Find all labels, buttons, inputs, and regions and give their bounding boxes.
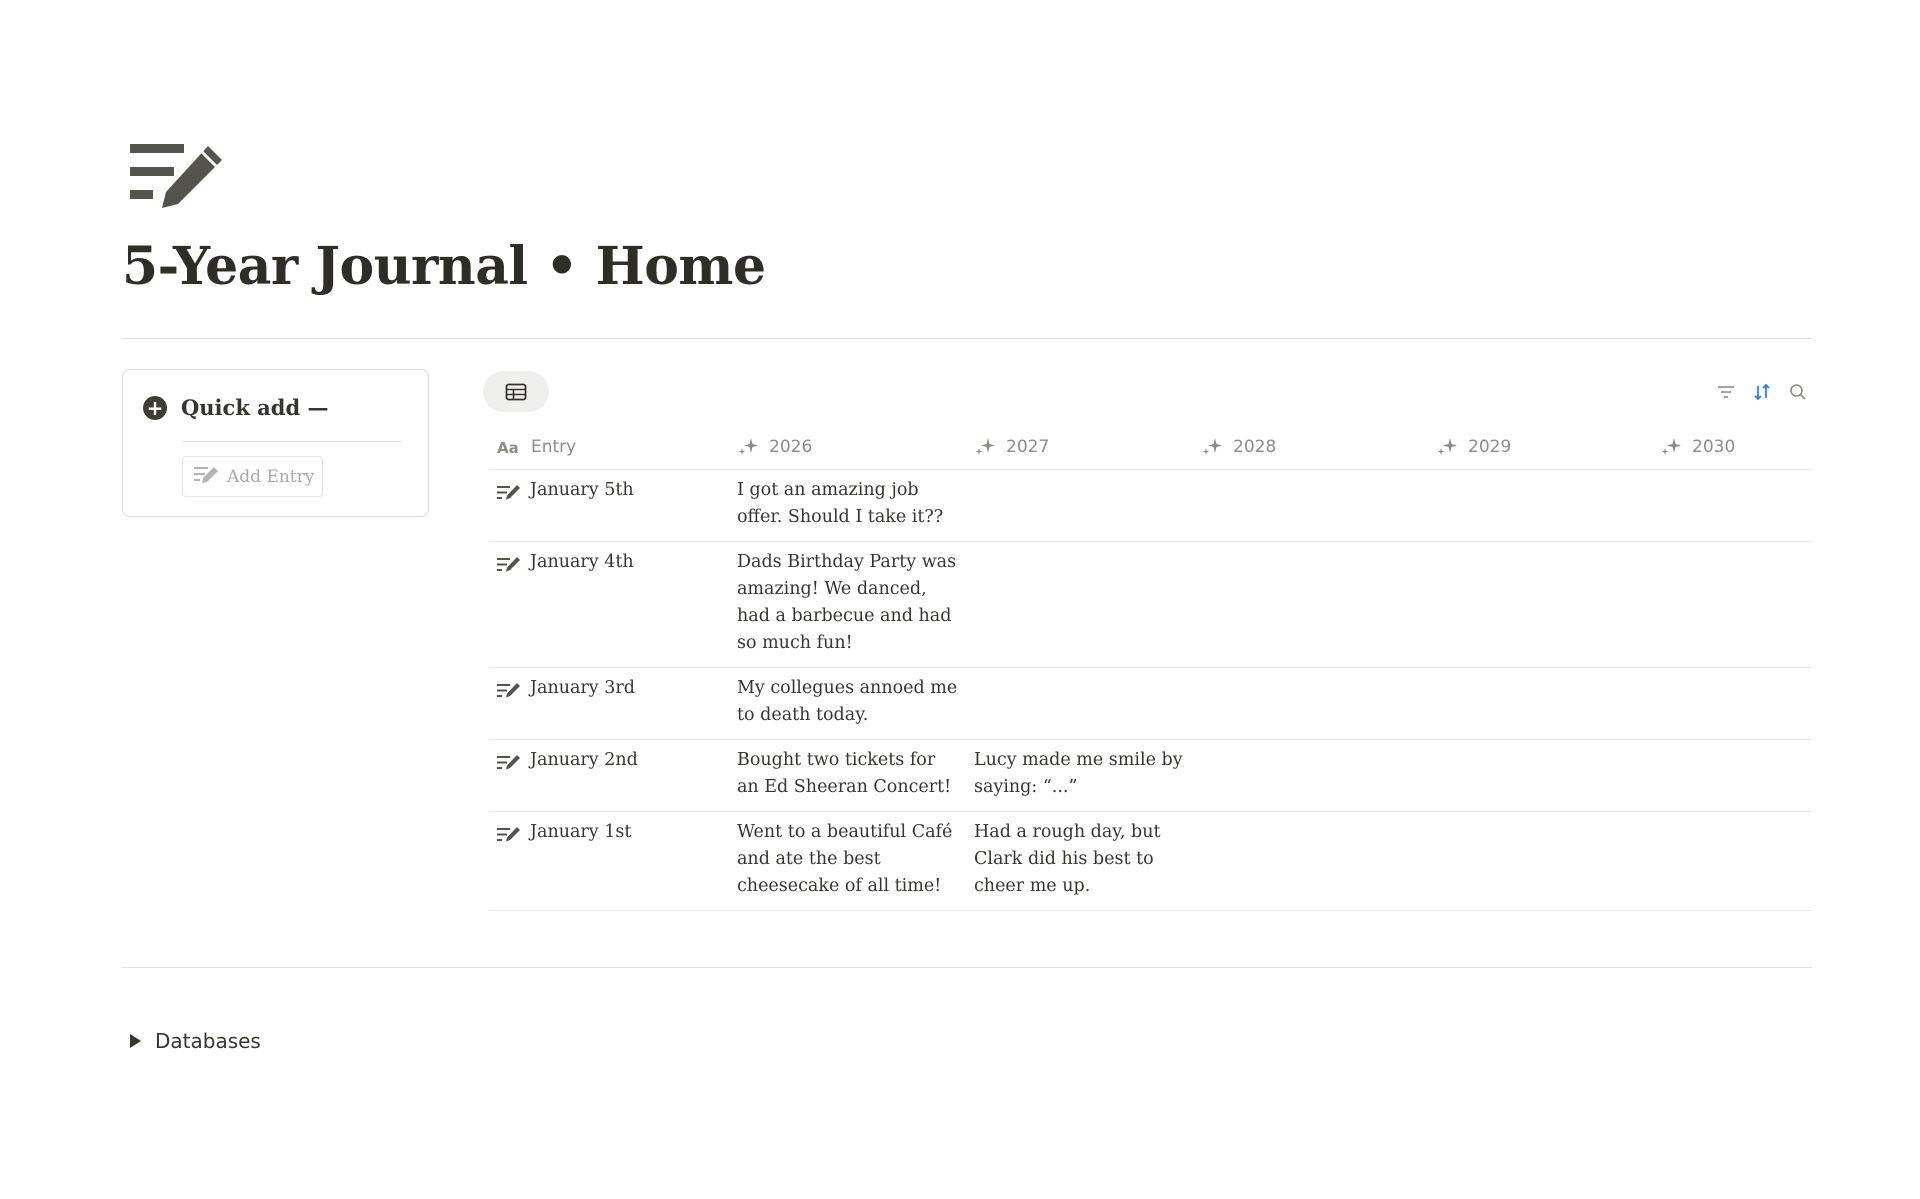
cell-2027[interactable] bbox=[966, 470, 1193, 541]
journal-pen-icon bbox=[497, 827, 520, 842]
column-label: 2027 bbox=[1006, 437, 1050, 457]
cell-2028[interactable] bbox=[1193, 470, 1428, 541]
svg-text:Aa: Aa bbox=[497, 439, 519, 455]
triangle-right-icon bbox=[130, 1034, 141, 1048]
column-label: 2030 bbox=[1692, 437, 1736, 457]
table-row: January 4th Dads Birthday Party was amaz… bbox=[489, 542, 1812, 668]
entry-title: January 2nd bbox=[530, 750, 638, 770]
entry-cell[interactable]: January 1st bbox=[489, 812, 729, 910]
column-header-2027[interactable]: 2027 bbox=[966, 425, 1193, 469]
cell-2029[interactable] bbox=[1428, 470, 1652, 541]
cell-2029[interactable] bbox=[1428, 542, 1652, 667]
sort-button[interactable] bbox=[1751, 381, 1773, 403]
plus-circle-icon: + bbox=[143, 395, 167, 420]
sparkle-icon bbox=[1661, 438, 1681, 455]
page-title: 5-Year Journal • Home bbox=[122, 236, 766, 297]
filter-button[interactable] bbox=[1715, 381, 1737, 403]
column-header-entry[interactable]: Aa Entry bbox=[489, 425, 729, 469]
bottom-divider bbox=[122, 967, 1812, 968]
cell-2028[interactable] bbox=[1193, 812, 1428, 910]
column-header-2030[interactable]: 2030 bbox=[1652, 425, 1812, 469]
top-divider bbox=[122, 338, 1812, 339]
column-label: 2028 bbox=[1233, 437, 1277, 457]
column-label: 2029 bbox=[1468, 437, 1512, 457]
entry-title: January 4th bbox=[530, 552, 634, 572]
entry-title: January 3rd bbox=[530, 678, 635, 698]
table-header: Aa Entry 2026 2027 2028 2029 2030 bbox=[489, 425, 1812, 470]
cell-2030[interactable] bbox=[1652, 470, 1812, 541]
table-row: January 2nd Bought two tickets for an Ed… bbox=[489, 740, 1812, 812]
cell-2030[interactable] bbox=[1652, 542, 1812, 667]
entry-cell[interactable]: January 5th bbox=[489, 470, 729, 541]
databases-label: Databases bbox=[155, 1029, 261, 1053]
cell-2028[interactable] bbox=[1193, 542, 1428, 667]
search-button[interactable] bbox=[1787, 381, 1809, 403]
cell-2030[interactable] bbox=[1652, 668, 1812, 739]
quick-add-divider bbox=[182, 441, 402, 442]
search-icon bbox=[1790, 384, 1806, 400]
cell-2027[interactable] bbox=[966, 542, 1193, 667]
journal-pen-icon[interactable] bbox=[126, 140, 226, 210]
cell-2028[interactable] bbox=[1193, 668, 1428, 739]
column-header-2028[interactable]: 2028 bbox=[1193, 425, 1428, 469]
table-row: January 3rd My collegues annoed me to de… bbox=[489, 668, 1812, 740]
cell-2026[interactable]: I got an amazing job offer. Should I tak… bbox=[729, 470, 966, 541]
cell-2029[interactable] bbox=[1428, 812, 1652, 910]
entry-cell[interactable]: January 2nd bbox=[489, 740, 729, 811]
column-header-2029[interactable]: 2029 bbox=[1428, 425, 1652, 469]
column-label: 2026 bbox=[769, 437, 813, 457]
column-label: Entry bbox=[531, 437, 577, 457]
entry-title: January 1st bbox=[530, 822, 632, 842]
cell-2030[interactable] bbox=[1652, 812, 1812, 910]
cell-2029[interactable] bbox=[1428, 740, 1652, 811]
quick-add-card: + Quick add — Add Entry bbox=[122, 369, 429, 517]
cell-2026[interactable]: My collegues annoed me to death today. bbox=[729, 668, 966, 739]
sort-icon bbox=[1754, 383, 1770, 401]
add-entry-label: Add Entry bbox=[227, 466, 315, 487]
journal-pen-icon bbox=[193, 465, 219, 488]
sparkle-icon bbox=[1437, 438, 1457, 455]
cell-2028[interactable] bbox=[1193, 740, 1428, 811]
entry-cell[interactable]: January 3rd bbox=[489, 668, 729, 739]
databases-toggle[interactable]: Databases bbox=[130, 1029, 261, 1053]
journal-pen-icon bbox=[497, 485, 520, 500]
journal-pen-icon bbox=[497, 683, 520, 698]
table-view-icon bbox=[505, 383, 527, 400]
quick-add-toggle[interactable]: + Quick add — bbox=[143, 395, 328, 420]
filter-icon bbox=[1718, 386, 1734, 398]
table-view-tab[interactable] bbox=[483, 371, 549, 412]
cell-2027[interactable]: Had a rough day, but Clark did his best … bbox=[966, 812, 1193, 910]
cell-2026[interactable]: Went to a beautiful Café and ate the bes… bbox=[729, 812, 966, 910]
cell-2027[interactable] bbox=[966, 668, 1193, 739]
cell-2026[interactable]: Bought two tickets for an Ed Sheeran Con… bbox=[729, 740, 966, 811]
entry-cell[interactable]: January 4th bbox=[489, 542, 729, 667]
entry-title: January 5th bbox=[530, 480, 634, 500]
table-row: January 5th I got an amazing job offer. … bbox=[489, 470, 1812, 542]
cell-2026[interactable]: Dads Birthday Party was amazing! We danc… bbox=[729, 542, 966, 667]
journal-table: Aa Entry 2026 2027 2028 2029 2030 Januar… bbox=[489, 425, 1812, 911]
sparkle-icon bbox=[1202, 438, 1222, 455]
journal-pen-icon bbox=[497, 755, 520, 770]
text-property-icon: Aa bbox=[497, 439, 519, 455]
sparkle-icon bbox=[738, 438, 758, 455]
cell-2029[interactable] bbox=[1428, 668, 1652, 739]
cell-2030[interactable] bbox=[1652, 740, 1812, 811]
column-header-2026[interactable]: 2026 bbox=[729, 425, 966, 469]
add-entry-button[interactable]: Add Entry bbox=[182, 456, 323, 497]
cell-2027[interactable]: Lucy made me smile by saying: “...” bbox=[966, 740, 1193, 811]
sparkle-icon bbox=[975, 438, 995, 455]
table-row: January 1st Went to a beautiful Café and… bbox=[489, 812, 1812, 911]
quick-add-label: Quick add — bbox=[181, 395, 329, 420]
journal-pen-icon bbox=[497, 557, 520, 572]
